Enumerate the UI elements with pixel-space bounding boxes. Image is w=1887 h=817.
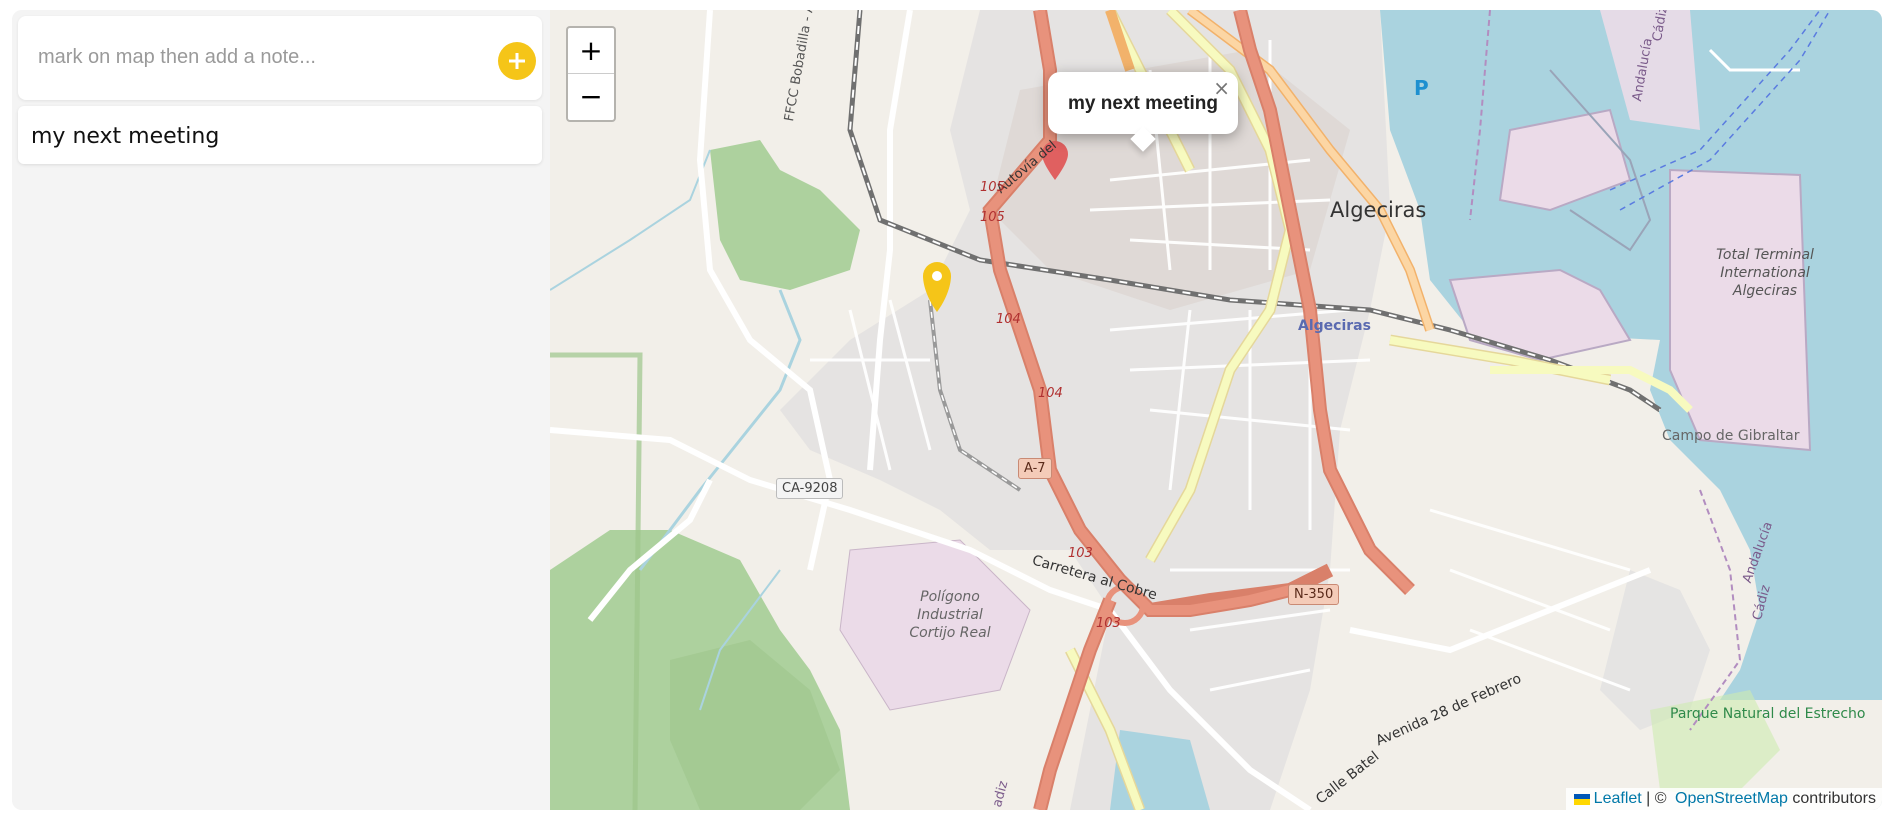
popup-close-button[interactable]: ×	[1213, 78, 1230, 98]
km-label-104b: 104	[1038, 386, 1063, 401]
note-input[interactable]	[36, 36, 470, 78]
openstreetmap-link[interactable]: OpenStreetMap	[1675, 790, 1788, 808]
plus-icon	[509, 53, 525, 69]
port-label: Campo de Gibraltar	[1662, 428, 1800, 444]
popup-text: my next meeting	[1068, 93, 1218, 114]
map-view[interactable]: Algeciras Algeciras Total Terminal Inter…	[550, 10, 1882, 810]
terminal-label: Total Terminal International Algeciras	[1716, 247, 1814, 299]
km-label-105a: 105	[980, 180, 1005, 195]
notes-sidebar: my next meeting	[12, 10, 550, 810]
km-label-105b: 105	[980, 210, 1005, 225]
park-label: Parque Natural del Estrecho	[1670, 706, 1866, 722]
leaflet-link[interactable]: Leaflet	[1594, 790, 1642, 808]
note-item-label: my next meeting	[31, 124, 220, 149]
station-label: Algeciras	[1298, 318, 1371, 334]
marker-popup: my next meeting ×	[1048, 72, 1238, 152]
road-ref-n350: N-350	[1288, 584, 1340, 605]
map-attribution: Leaflet | © OpenStreetMap contributors	[1565, 788, 1882, 810]
attribution-separator: | ©	[1641, 790, 1671, 807]
city-label: Algeciras	[1330, 198, 1427, 222]
attribution-suffix: contributors	[1787, 790, 1876, 807]
note-list-item[interactable]: my next meeting	[18, 106, 542, 164]
road-ref-a7: A-7	[1018, 458, 1052, 479]
zoom-control: + −	[566, 26, 616, 122]
zoom-in-button[interactable]: +	[568, 28, 614, 74]
parking-icon: P	[1414, 76, 1429, 100]
add-note-button[interactable]	[498, 42, 536, 80]
industrial-label: Polígono Industrial Cortijo Real	[909, 589, 991, 641]
km-label-103a: 103	[1068, 546, 1093, 561]
km-label-104a: 104	[996, 312, 1021, 327]
app-container: my next meeting	[12, 10, 1882, 810]
km-label-103b: 103	[1096, 616, 1121, 631]
road-ref-ca9208: CA-9208	[776, 478, 844, 499]
ukraine-flag-icon	[1573, 793, 1590, 805]
note-input-card	[18, 16, 542, 100]
zoom-out-button[interactable]: −	[568, 74, 614, 119]
